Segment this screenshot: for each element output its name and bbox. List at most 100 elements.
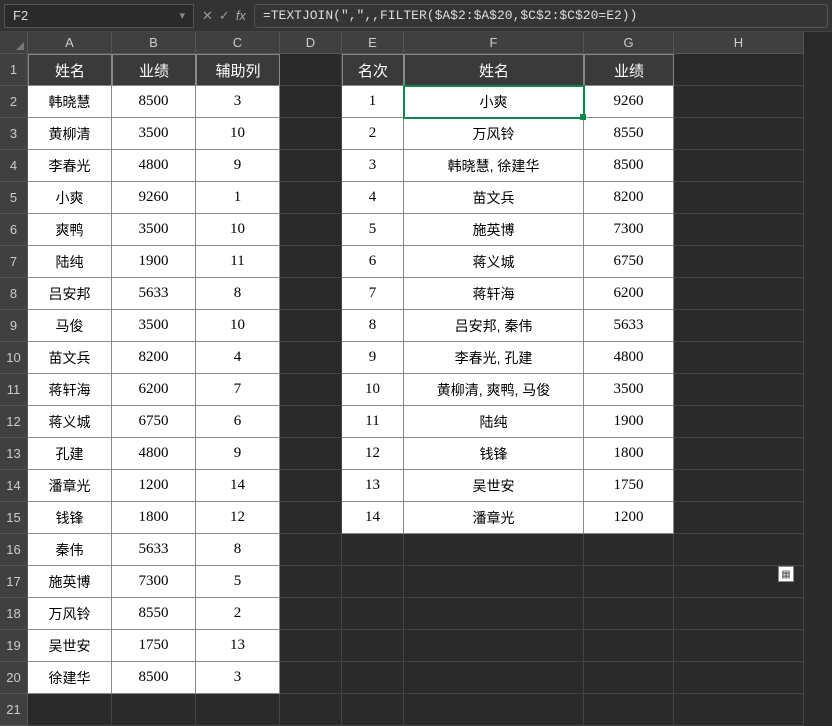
row-header-17[interactable]: 17 xyxy=(0,566,28,598)
cell-D3[interactable] xyxy=(280,118,342,150)
cell-E14[interactable]: 13 xyxy=(342,470,404,502)
cell-H11[interactable] xyxy=(674,374,804,406)
cell-G20[interactable] xyxy=(584,662,674,694)
cell-A2[interactable]: 韩晓慧 xyxy=(28,86,112,118)
cell-G3[interactable]: 8550 xyxy=(584,118,674,150)
cell-G13[interactable]: 1800 xyxy=(584,438,674,470)
cell-D7[interactable] xyxy=(280,246,342,278)
row-header-4[interactable]: 4 xyxy=(0,150,28,182)
cell-H18[interactable] xyxy=(674,598,804,630)
cell-E19[interactable] xyxy=(342,630,404,662)
cell-D6[interactable] xyxy=(280,214,342,246)
cell-E17[interactable] xyxy=(342,566,404,598)
cell-F4[interactable]: 韩晓慧, 徐建华 xyxy=(404,150,584,182)
row-header-5[interactable]: 5 xyxy=(0,182,28,214)
cell-H8[interactable] xyxy=(674,278,804,310)
cell-A14[interactable]: 潘章光 xyxy=(28,470,112,502)
cell-D11[interactable] xyxy=(280,374,342,406)
row-header-3[interactable]: 3 xyxy=(0,118,28,150)
cell-D4[interactable] xyxy=(280,150,342,182)
row-header-19[interactable]: 19 xyxy=(0,630,28,662)
cell-B14[interactable]: 1200 xyxy=(112,470,196,502)
name-box[interactable]: F2 ▾ xyxy=(4,4,194,28)
cell-D13[interactable] xyxy=(280,438,342,470)
cell-E21[interactable] xyxy=(342,694,404,726)
cell-D20[interactable] xyxy=(280,662,342,694)
row-header-21[interactable]: 21 xyxy=(0,694,28,726)
cell-E18[interactable] xyxy=(342,598,404,630)
cell-B19[interactable]: 1750 xyxy=(112,630,196,662)
cell-D1[interactable] xyxy=(280,54,342,86)
cell-G1[interactable]: 业绩 xyxy=(584,54,674,86)
cell-H3[interactable] xyxy=(674,118,804,150)
cell-F3[interactable]: 万风铃 xyxy=(404,118,584,150)
cell-G16[interactable] xyxy=(584,534,674,566)
cell-E7[interactable]: 6 xyxy=(342,246,404,278)
cell-C5[interactable]: 1 xyxy=(196,182,280,214)
cell-B6[interactable]: 3500 xyxy=(112,214,196,246)
cell-C15[interactable]: 12 xyxy=(196,502,280,534)
cell-G18[interactable] xyxy=(584,598,674,630)
cell-D18[interactable] xyxy=(280,598,342,630)
cell-B21[interactable] xyxy=(112,694,196,726)
cell-A21[interactable] xyxy=(28,694,112,726)
cell-F2[interactable]: 小爽 xyxy=(404,86,584,118)
cell-H14[interactable] xyxy=(674,470,804,502)
cell-B13[interactable]: 4800 xyxy=(112,438,196,470)
cell-F6[interactable]: 施英博 xyxy=(404,214,584,246)
cell-E13[interactable]: 12 xyxy=(342,438,404,470)
cell-A16[interactable]: 秦伟 xyxy=(28,534,112,566)
cell-B3[interactable]: 3500 xyxy=(112,118,196,150)
cell-E20[interactable] xyxy=(342,662,404,694)
cell-G6[interactable]: 7300 xyxy=(584,214,674,246)
cell-H9[interactable] xyxy=(674,310,804,342)
cell-F19[interactable] xyxy=(404,630,584,662)
cell-B2[interactable]: 8500 xyxy=(112,86,196,118)
cancel-icon[interactable]: ✕ xyxy=(202,8,213,24)
cell-E5[interactable]: 4 xyxy=(342,182,404,214)
cell-F15[interactable]: 潘章光 xyxy=(404,502,584,534)
cell-G2[interactable]: 9260 xyxy=(584,86,674,118)
row-header-1[interactable]: 1 xyxy=(0,54,28,86)
cell-G10[interactable]: 4800 xyxy=(584,342,674,374)
cell-G8[interactable]: 6200 xyxy=(584,278,674,310)
cell-D10[interactable] xyxy=(280,342,342,374)
row-header-2[interactable]: 2 xyxy=(0,86,28,118)
cell-F8[interactable]: 蒋轩海 xyxy=(404,278,584,310)
cell-E8[interactable]: 7 xyxy=(342,278,404,310)
cell-D2[interactable] xyxy=(280,86,342,118)
cell-H20[interactable] xyxy=(674,662,804,694)
cell-C14[interactable]: 14 xyxy=(196,470,280,502)
cell-B4[interactable]: 4800 xyxy=(112,150,196,182)
cell-C21[interactable] xyxy=(196,694,280,726)
cell-E9[interactable]: 8 xyxy=(342,310,404,342)
cell-F7[interactable]: 蒋义城 xyxy=(404,246,584,278)
cell-B8[interactable]: 5633 xyxy=(112,278,196,310)
cell-C6[interactable]: 10 xyxy=(196,214,280,246)
cell-G12[interactable]: 1900 xyxy=(584,406,674,438)
cell-G4[interactable]: 8500 xyxy=(584,150,674,182)
col-header-E[interactable]: E xyxy=(342,32,404,54)
cell-C18[interactable]: 2 xyxy=(196,598,280,630)
cell-C8[interactable]: 8 xyxy=(196,278,280,310)
cell-F10[interactable]: 李春光, 孔建 xyxy=(404,342,584,374)
cell-C1[interactable]: 辅助列 xyxy=(196,54,280,86)
cell-D16[interactable] xyxy=(280,534,342,566)
cell-D5[interactable] xyxy=(280,182,342,214)
cell-G9[interactable]: 5633 xyxy=(584,310,674,342)
cell-F5[interactable]: 苗文兵 xyxy=(404,182,584,214)
cell-F13[interactable]: 钱锋 xyxy=(404,438,584,470)
cell-F12[interactable]: 陆纯 xyxy=(404,406,584,438)
cell-E11[interactable]: 10 xyxy=(342,374,404,406)
cell-G5[interactable]: 8200 xyxy=(584,182,674,214)
cell-D17[interactable] xyxy=(280,566,342,598)
cell-G7[interactable]: 6750 xyxy=(584,246,674,278)
cell-C13[interactable]: 9 xyxy=(196,438,280,470)
cell-C19[interactable]: 13 xyxy=(196,630,280,662)
cell-C7[interactable]: 11 xyxy=(196,246,280,278)
cell-A9[interactable]: 马俊 xyxy=(28,310,112,342)
row-header-7[interactable]: 7 xyxy=(0,246,28,278)
cell-A8[interactable]: 吕安邦 xyxy=(28,278,112,310)
cell-H10[interactable] xyxy=(674,342,804,374)
cell-B15[interactable]: 1800 xyxy=(112,502,196,534)
